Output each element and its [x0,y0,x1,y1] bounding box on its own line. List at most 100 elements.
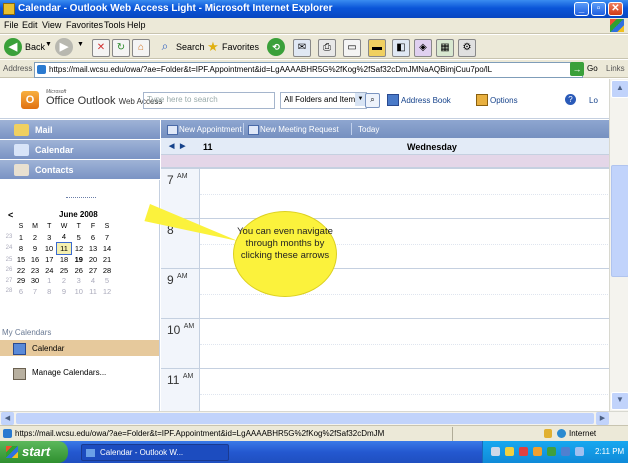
scroll-left-icon[interactable]: ◀ [1,412,14,425]
help-icon[interactable]: ? [565,94,576,105]
menu-view[interactable]: View [42,20,61,30]
day-cell-selected[interactable]: 11 [56,242,72,255]
address-input[interactable]: https://mail.wcsu.edu/owa/?ae=Folder&t=I… [34,62,583,78]
day-prev-arrow[interactable]: ◀ [169,142,174,150]
day-cell[interactable]: 26 [72,265,87,276]
week-number[interactable]: 28 [4,286,14,297]
day-cell[interactable]: 10 [42,243,57,255]
back-arrow-icon[interactable]: ◀ [4,38,22,56]
time-slot[interactable] [199,169,609,219]
menu-edit[interactable]: Edit [22,20,38,30]
folder-icon[interactable]: ▬ [368,39,386,57]
new-appointment-button[interactable]: New Appointment [179,125,242,134]
day-cell[interactable]: 15 [14,254,28,265]
day-cell[interactable]: 13 [86,243,100,255]
messenger-icon[interactable]: ◈ [414,39,432,57]
speaker-icon[interactable] [505,447,514,456]
menu-file[interactable]: File [4,20,19,30]
options-icon[interactable] [476,94,488,106]
restore-button[interactable]: ▫ [591,2,606,16]
refresh-icon[interactable]: ↻ [112,39,130,57]
manage-calendars-icon[interactable] [13,368,26,380]
update-icon[interactable] [533,447,542,456]
forward-dropdown-icon[interactable]: ▼ [77,41,84,48]
day-cell[interactable]: 19 [72,254,87,265]
search-button-icon[interactable]: ⌕ [365,93,380,108]
week-number[interactable]: 24 [4,243,14,255]
new-meeting-icon[interactable] [248,125,259,135]
menu-tools[interactable]: Tools [104,20,125,30]
day-cell[interactable]: 30 [28,276,42,287]
scroll-right-icon[interactable]: ▶ [596,412,609,425]
start-button[interactable]: start [0,441,68,463]
manage-calendars-link[interactable]: Manage Calendars... [32,368,106,377]
day-cell[interactable]: 4 [57,232,72,243]
day-cell[interactable]: 18 [57,254,72,265]
day-cell[interactable]: 8 [14,243,28,255]
minimize-button[interactable]: _ [574,2,589,16]
options-link[interactable]: Options [490,96,518,105]
day-cell-next-month[interactable]: 3 [72,276,87,287]
scroll-thumb[interactable] [16,413,594,424]
day-cell[interactable]: 2 [28,232,42,243]
resize-grip[interactable] [66,197,96,201]
day-cell[interactable]: 29 [14,276,28,287]
day-cell[interactable]: 17 [42,254,57,265]
day-cell-next-month[interactable]: 12 [100,286,114,297]
week-number[interactable]: 27 [4,276,14,287]
nav-contacts[interactable]: Contacts [0,160,160,180]
search-input[interactable]: Type here to search [143,92,275,109]
day-cell[interactable]: 6 [86,232,100,243]
go-arrow-icon[interactable]: → [570,62,584,76]
research-icon[interactable]: ▦ [436,39,454,57]
day-cell[interactable]: 20 [86,254,100,265]
day-cell[interactable]: 1 [14,232,28,243]
search-scope-select[interactable]: All Folders and Items ▼ [280,92,367,109]
week-number[interactable]: 25 [4,254,14,265]
network-icon[interactable] [491,447,500,456]
week-number[interactable]: 26 [4,265,14,276]
address-book-link[interactable]: Address Book [401,96,451,105]
menu-favorites[interactable]: Favorites [66,20,103,30]
horizontal-scrollbar[interactable]: ◀ ▶ [0,411,628,425]
day-cell-next-month[interactable]: 4 [86,276,100,287]
print-icon[interactable]: ⎙ [318,39,336,57]
nav-mail[interactable]: Mail [0,120,160,140]
antivirus-icon[interactable] [547,447,556,456]
favorites-star-icon[interactable]: ★ [205,39,221,55]
day-cell-next-month[interactable]: 6 [14,286,28,297]
time-slot[interactable] [199,369,609,411]
day-cell-next-month[interactable]: 10 [72,286,87,297]
day-cell[interactable]: 9 [28,243,42,255]
day-cell-next-month[interactable]: 7 [28,286,42,297]
taskbar-window-button[interactable]: Calendar - Outlook W... [81,444,229,461]
scroll-up-icon[interactable]: ▲ [611,80,628,98]
day-cell-next-month[interactable]: 9 [57,286,72,297]
day-cell[interactable]: 22 [14,265,28,276]
links-button[interactable]: Links [606,64,625,73]
today-button[interactable]: Today [358,125,379,134]
day-cell[interactable]: 24 [42,265,57,276]
go-button[interactable]: Go [587,64,598,73]
month-prev-arrow[interactable]: < [8,210,13,220]
day-cell[interactable]: 12 [72,243,87,255]
day-cell-next-month[interactable]: 2 [57,276,72,287]
nav-calendar[interactable]: Calendar [0,140,160,160]
day-cell-next-month[interactable]: 5 [100,276,114,287]
day-cell[interactable]: 27 [86,265,100,276]
day-cell[interactable]: 25 [57,265,72,276]
day-cell[interactable]: 23 [28,265,42,276]
logoff-link[interactable]: Lo [589,96,598,105]
day-cell[interactable]: 7 [100,232,114,243]
tools-icon[interactable]: ⚙ [458,39,476,57]
day-cell-next-month[interactable]: 1 [42,276,57,287]
discuss-icon[interactable]: ◧ [392,39,410,57]
day-cell-next-month[interactable]: 8 [42,286,57,297]
back-dropdown-icon[interactable]: ▼ [45,41,52,48]
favorites-label[interactable]: Favorites [222,42,259,52]
messenger-icon[interactable] [561,447,570,456]
day-next-arrow[interactable]: ▶ [180,142,185,150]
day-cell[interactable]: 16 [28,254,42,265]
back-label[interactable]: Back [25,42,45,52]
time-slot[interactable] [199,319,609,369]
